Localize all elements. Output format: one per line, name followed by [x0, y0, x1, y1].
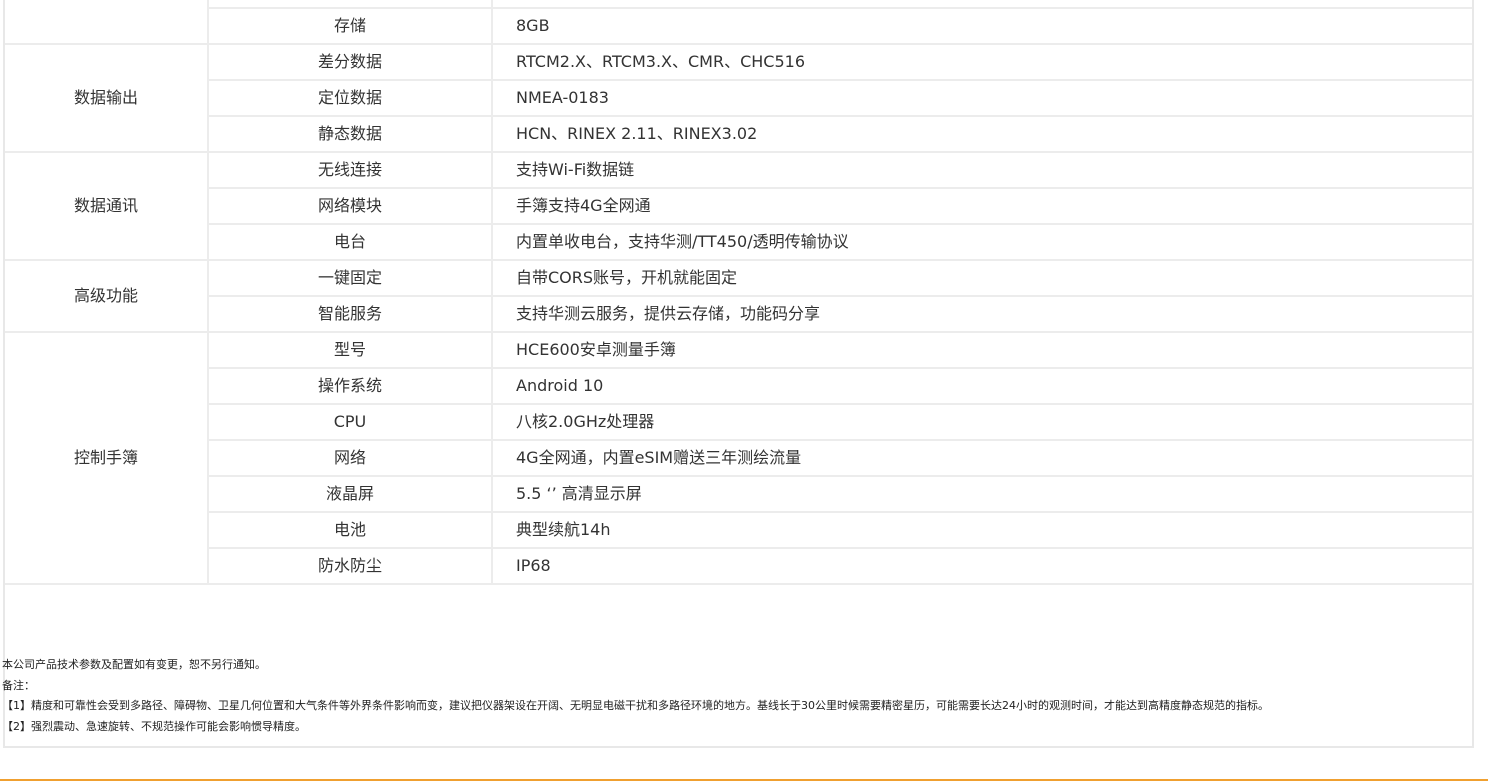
table-row: 网络 4G全网通，内置eSIM赠送三年测绘流量 [5, 439, 1472, 477]
param-cell: 一键固定 [207, 259, 493, 297]
table-row: 存储 8GB [5, 7, 1472, 45]
notes-section: 本公司产品技术参数及配置如有变更，恕不另行通知。 备注： 【1】精度和可靠性会受… [2, 655, 1269, 737]
value-cell: 4G全网通，内置eSIM赠送三年测绘流量 [491, 439, 1472, 477]
value-cell: HCE600安卓测量手簿 [491, 331, 1472, 369]
group-cell-data-communication: 数据通讯 [5, 151, 209, 261]
table-row [5, 0, 1472, 45]
group-cell-storage [5, 0, 209, 45]
value-cell: 支持Wi-Fi数据链 [491, 151, 1472, 189]
table-row: 数据输出 差分数据 RTCM2.X、RTCM3.X、CMR、CHC516 [5, 43, 1472, 153]
group-cell-controller: 控制手簿 [5, 331, 209, 585]
param-cell: CPU [207, 403, 493, 441]
param-cell: 差分数据 [207, 43, 493, 81]
param-cell: 智能服务 [207, 295, 493, 333]
param-cell: 防水防尘 [207, 547, 493, 585]
param-cell: 操作系统 [207, 367, 493, 405]
param-cell: 电台 [207, 223, 493, 261]
table-row: CPU 八核2.0GHz处理器 [5, 403, 1472, 441]
param-cell: 无线连接 [207, 151, 493, 189]
table-row: 操作系统 Android 10 [5, 367, 1472, 405]
value-cell: 手簿支持4G全网通 [491, 187, 1472, 225]
value-cell: 支持华测云服务，提供云存储，功能码分享 [491, 295, 1472, 333]
value-cell: 内置单收电台，支持华测/TT450/透明传输协议 [491, 223, 1472, 261]
group-cell-advanced-features: 高级功能 [5, 259, 209, 333]
value-cell: 自带CORS账号，开机就能固定 [491, 259, 1472, 297]
table-row: 数据通讯 无线连接 支持Wi-Fi数据链 [5, 151, 1472, 261]
table-row: 防水防尘 IP68 [5, 547, 1472, 585]
disclaimer-text: 本公司产品技术参数及配置如有变更，恕不另行通知。 [2, 658, 266, 671]
value-cell: 典型续航14h [491, 511, 1472, 549]
table-row: 网络模块 手簿支持4G全网通 [5, 187, 1472, 225]
table-row: 电池 典型续航14h [5, 511, 1472, 549]
spec-table-container: 存储 8GB 数据输出 差分数据 RTCM2.X、RTCM3.X、CMR、CHC… [3, 0, 1474, 748]
table-row: 电台 内置单收电台，支持华测/TT450/透明传输协议 [5, 223, 1472, 261]
param-cell: 静态数据 [207, 115, 493, 153]
value-cell: Android 10 [491, 367, 1472, 405]
param-cell: 存储 [207, 7, 493, 45]
group-cell-data-output: 数据输出 [5, 43, 209, 153]
table-row: 定位数据 NMEA-0183 [5, 79, 1472, 117]
bottom-divider [0, 779, 1488, 781]
note-2: 【2】强烈震动、急速旋转、不规范操作可能会影响惯导精度。 [2, 719, 306, 733]
param-cell: 型号 [207, 331, 493, 369]
param-cell: 网络 [207, 439, 493, 477]
param-cell: 网络模块 [207, 187, 493, 225]
table-row: 智能服务 支持华测云服务，提供云存储，功能码分享 [5, 295, 1472, 333]
value-cell: NMEA-0183 [491, 79, 1472, 117]
param-cell: 定位数据 [207, 79, 493, 117]
note-1: 【1】精度和可靠性会受到多路径、障碍物、卫星几何位置和大气条件等外界条件影响而变… [2, 699, 1269, 712]
value-cell [491, 0, 1472, 9]
value-cell: 八核2.0GHz处理器 [491, 403, 1472, 441]
value-cell: 5.5 ‘’ 高清显示屏 [491, 475, 1472, 513]
param-cell: 液晶屏 [207, 475, 493, 513]
value-cell: RTCM2.X、RTCM3.X、CMR、CHC516 [491, 43, 1472, 81]
table-row: 高级功能 一键固定 自带CORS账号，开机就能固定 [5, 259, 1472, 333]
spec-table: 存储 8GB 数据输出 差分数据 RTCM2.X、RTCM3.X、CMR、CHC… [5, 0, 1472, 585]
value-cell: IP68 [491, 547, 1472, 585]
value-cell: 8GB [491, 7, 1472, 45]
param-cell: 电池 [207, 511, 493, 549]
table-row: 控制手簿 型号 HCE600安卓测量手簿 [5, 331, 1472, 585]
param-cell [207, 0, 493, 9]
value-cell: HCN、RINEX 2.11、RINEX3.02 [491, 115, 1472, 153]
notes-heading: 备注： [2, 678, 35, 692]
table-row: 液晶屏 5.5 ‘’ 高清显示屏 [5, 475, 1472, 513]
table-row: 静态数据 HCN、RINEX 2.11、RINEX3.02 [5, 115, 1472, 153]
